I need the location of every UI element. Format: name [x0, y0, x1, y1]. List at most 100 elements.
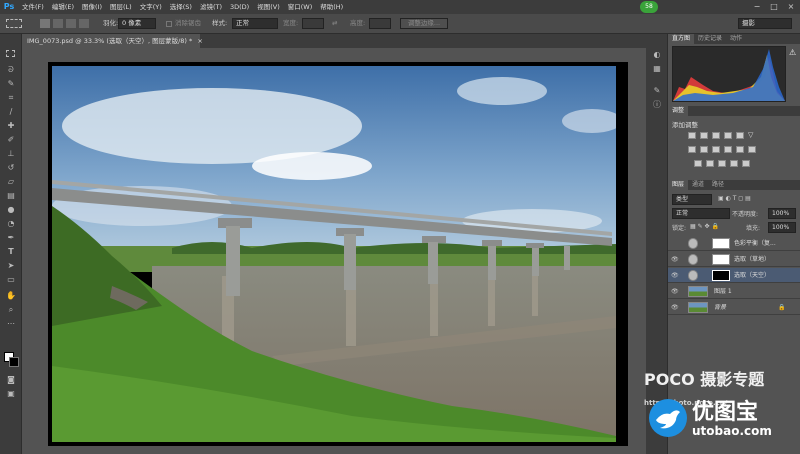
- type-icon[interactable]: T: [5, 246, 17, 257]
- visibility-toggle[interactable]: [671, 240, 679, 247]
- layer-kind-filter[interactable]: 类型: [672, 194, 712, 205]
- eye-icon[interactable]: 👁: [671, 288, 679, 295]
- layer-row[interactable]: 👁 背景 🔒: [668, 300, 800, 315]
- selective-color-icon[interactable]: [742, 160, 750, 167]
- quick-select-icon[interactable]: ✎: [5, 78, 17, 89]
- menu-filter[interactable]: 滤镜(T): [196, 0, 226, 14]
- threshold-icon[interactable]: [718, 160, 726, 167]
- layer-row-selected[interactable]: 👁 选取（天空）: [668, 268, 800, 283]
- tab-paths[interactable]: 路径: [708, 180, 728, 190]
- tab-adjustments[interactable]: 调整: [668, 106, 689, 116]
- new-selection-icon[interactable]: [40, 19, 50, 28]
- curves-icon[interactable]: [712, 132, 720, 139]
- dodge-icon[interactable]: ◔: [5, 218, 17, 229]
- brightness-icon[interactable]: [688, 132, 696, 139]
- eyedropper-icon[interactable]: ∕: [5, 106, 17, 117]
- channel-mixer-icon[interactable]: [736, 146, 744, 153]
- antialias-checkbox[interactable]: [166, 21, 172, 27]
- menu-window[interactable]: 窗口(W): [284, 0, 317, 14]
- menu-select[interactable]: 选择(S): [166, 0, 196, 14]
- vibrance-icon[interactable]: [736, 132, 744, 139]
- brush-icon[interactable]: ✐: [5, 134, 17, 145]
- blend-mode-select[interactable]: 正常: [672, 208, 730, 219]
- lock-icons[interactable]: ▦ ✎ ✥ 🔒: [690, 223, 719, 230]
- color-lookup-icon[interactable]: [748, 146, 756, 153]
- tab-channels[interactable]: 通道: [688, 180, 708, 190]
- intersect-selection-icon[interactable]: [79, 19, 89, 28]
- crop-icon[interactable]: ⌗: [5, 92, 17, 103]
- invert-icon[interactable]: [694, 160, 702, 167]
- lasso-icon[interactable]: ᘐ: [5, 64, 17, 75]
- blur-icon[interactable]: ●: [5, 204, 17, 215]
- background-color-swatch[interactable]: [9, 357, 19, 367]
- tab-layers[interactable]: 图层: [668, 180, 689, 190]
- brush-panel-icon[interactable]: ✎: [651, 86, 663, 96]
- more-tools-icon[interactable]: ⋯: [5, 318, 17, 329]
- close-window-button[interactable]: ×: [784, 2, 798, 12]
- zoom-icon[interactable]: ⌕: [5, 304, 17, 315]
- gradient-map-icon[interactable]: [730, 160, 738, 167]
- refine-edge-button[interactable]: 调整边缘...: [400, 18, 448, 29]
- clone-stamp-icon[interactable]: ⊥: [5, 148, 17, 159]
- notification-badge[interactable]: 58: [640, 1, 658, 13]
- menu-layer[interactable]: 图层(L): [106, 0, 136, 14]
- document-canvas[interactable]: [48, 62, 628, 446]
- menu-type[interactable]: 文字(Y): [136, 0, 166, 14]
- fill-input[interactable]: 100%: [768, 222, 796, 233]
- landscape-photo: [52, 66, 616, 442]
- levels-icon[interactable]: [700, 132, 708, 139]
- exposure-icon[interactable]: [724, 132, 732, 139]
- healing-icon[interactable]: ✚: [5, 120, 17, 131]
- document-close-button[interactable]: ×: [197, 37, 202, 45]
- document-tab[interactable]: IMG_0073.psd @ 33.3% (选取（天空）, 图层蒙版/8) * …: [22, 34, 203, 48]
- info-panel-icon[interactable]: ⓘ: [651, 100, 663, 110]
- shape-icon[interactable]: ▭: [5, 274, 17, 285]
- path-select-icon[interactable]: ➤: [5, 260, 17, 271]
- layer-row[interactable]: 👁 选取（草地）: [668, 252, 800, 267]
- swap-icon[interactable]: ⇄: [332, 18, 337, 29]
- gradient-icon[interactable]: ▤: [5, 190, 17, 201]
- marquee-tool-icon[interactable]: [6, 19, 22, 28]
- minimize-button[interactable]: −: [750, 2, 764, 12]
- opacity-input[interactable]: 100%: [768, 208, 796, 219]
- quick-mask-icon[interactable]: ◙: [5, 374, 17, 385]
- subtract-selection-icon[interactable]: [66, 19, 76, 28]
- width-input[interactable]: [302, 18, 324, 29]
- menu-help[interactable]: 帮助(H): [316, 0, 347, 14]
- menu-edit[interactable]: 编辑(E): [48, 0, 78, 14]
- maximize-button[interactable]: □: [767, 2, 781, 12]
- hue-saturation-icon[interactable]: [688, 146, 696, 153]
- add-selection-icon[interactable]: [53, 19, 63, 28]
- menu-image[interactable]: 图像(I): [78, 0, 106, 14]
- color-balance-icon[interactable]: [700, 146, 708, 153]
- color-panel-icon[interactable]: ◐: [651, 50, 663, 60]
- height-input[interactable]: [369, 18, 391, 29]
- hand-icon[interactable]: ✋: [5, 290, 17, 301]
- tab-histogram[interactable]: 直方图: [668, 34, 695, 44]
- tab-history[interactable]: 历史记录: [694, 34, 726, 44]
- screen-mode-icon[interactable]: ▣: [5, 388, 17, 399]
- workspace-select[interactable]: 摄影: [738, 18, 792, 29]
- menu-3d[interactable]: 3D(D): [226, 0, 253, 14]
- posterize-icon[interactable]: [706, 160, 714, 167]
- style-select[interactable]: 正常: [232, 18, 278, 29]
- layer-row[interactable]: 色彩平衡（复...: [668, 236, 800, 251]
- history-brush-icon[interactable]: ↺: [5, 162, 17, 173]
- rect-marquee-icon[interactable]: [6, 50, 15, 57]
- eye-icon[interactable]: 👁: [671, 256, 679, 263]
- feather-input[interactable]: 0 像素: [118, 18, 156, 29]
- photo-filter-icon[interactable]: [724, 146, 732, 153]
- tab-actions[interactable]: 动作: [726, 34, 746, 44]
- menu-file[interactable]: 文件(F): [18, 0, 48, 14]
- eraser-icon[interactable]: ▱: [5, 176, 17, 187]
- triangle-icon[interactable]: ▽: [748, 132, 756, 139]
- black-white-icon[interactable]: [712, 146, 720, 153]
- warning-icon[interactable]: ⚠: [789, 48, 796, 57]
- eye-icon[interactable]: 👁: [671, 272, 679, 279]
- layer-row[interactable]: 👁 图层 1: [668, 284, 800, 299]
- menu-view[interactable]: 视图(V): [253, 0, 284, 14]
- pen-icon[interactable]: ✒: [5, 232, 17, 243]
- eye-icon[interactable]: 👁: [671, 304, 679, 311]
- swatches-panel-icon[interactable]: ▦: [651, 64, 663, 74]
- filter-icons[interactable]: ▣ ◐ T ◻ ▤: [718, 195, 751, 202]
